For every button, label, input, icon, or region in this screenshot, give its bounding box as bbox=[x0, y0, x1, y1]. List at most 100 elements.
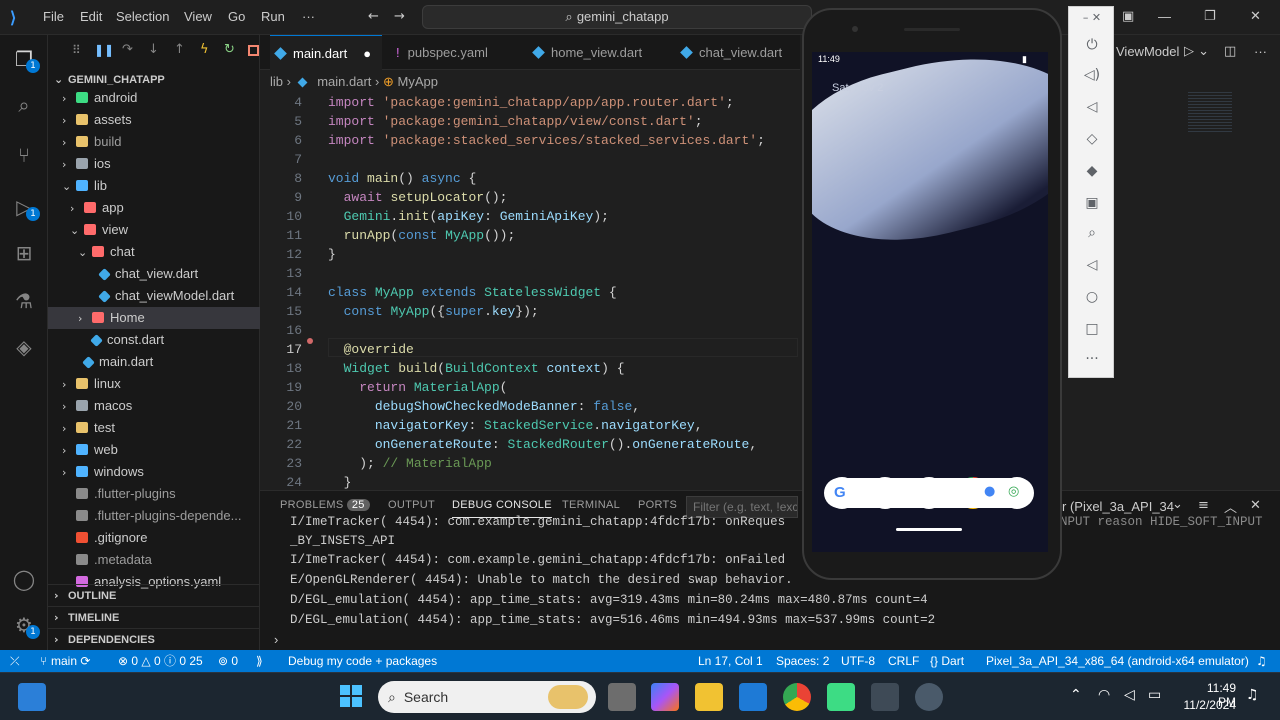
timeline-section[interactable]: › TIMELINE bbox=[48, 606, 260, 628]
tab-main-dart[interactable]: main.dart ● bbox=[270, 35, 382, 70]
widgets-icon[interactable] bbox=[18, 683, 46, 711]
drag-handle-icon[interactable]: ⠿ bbox=[72, 43, 81, 57]
windows-start-icon[interactable] bbox=[340, 685, 362, 707]
step-into-icon[interactable]: ↓ bbox=[148, 42, 159, 57]
maximize-panel-icon[interactable]: ︿ bbox=[1224, 497, 1237, 516]
split-editor-icon[interactable]: ◫ bbox=[1224, 44, 1236, 59]
volume-icon[interactable]: ◁ bbox=[1124, 687, 1135, 703]
back-triangle-icon[interactable]: ◁ bbox=[1069, 257, 1115, 273]
chevron-down-icon[interactable]: ⌄ bbox=[1172, 497, 1183, 512]
forward-arrow-icon[interactable]: → bbox=[394, 9, 405, 24]
pause-icon[interactable]: ❚❚ bbox=[94, 43, 114, 57]
run-icon[interactable]: ▷ ⌄ bbox=[1184, 44, 1209, 59]
file-explorer-icon[interactable] bbox=[695, 683, 723, 711]
problems-status[interactable]: ⊗ 0 △ 0 ⓘ 0 25 bbox=[118, 650, 203, 672]
tree-item[interactable]: ⌄ view bbox=[70, 219, 260, 241]
close-panel-icon[interactable]: ✕ bbox=[1250, 498, 1261, 513]
menu-go[interactable]: Go bbox=[228, 9, 245, 24]
back-arrow-icon[interactable]: ← bbox=[368, 9, 379, 24]
tab-home-view-dart[interactable]: home_view.dart bbox=[528, 35, 668, 70]
device-status[interactable]: Pixel_3a_API_34_x86_64 (android-x64 emul… bbox=[986, 650, 1249, 672]
console-prompt-icon[interactable]: › bbox=[274, 632, 278, 647]
settings-gear-icon[interactable]: ⚙ 1 bbox=[10, 611, 40, 639]
rotate-left-icon[interactable]: ◇ bbox=[1069, 131, 1115, 147]
tray-chevron-icon[interactable]: ⌃ bbox=[1070, 687, 1082, 703]
tab-pubspec-yaml[interactable]: ! pubspec.yaml bbox=[390, 35, 520, 70]
gesture-nav-bar[interactable] bbox=[896, 528, 962, 531]
google-search-bar[interactable] bbox=[824, 478, 1034, 508]
tab-problems[interactable]: PROBLEMS 25 bbox=[280, 499, 370, 511]
tree-item[interactable]: .metadata bbox=[62, 549, 260, 571]
breadcrumb-file[interactable]: main.dart bbox=[317, 74, 371, 89]
breakpoint-dot-icon[interactable] bbox=[307, 338, 313, 344]
tree-item[interactable]: ⌄ lib bbox=[62, 175, 260, 197]
indentation[interactable]: Spaces: 2 bbox=[776, 650, 829, 672]
tree-item[interactable]: main.dart bbox=[70, 351, 260, 373]
chrome-icon[interactable] bbox=[783, 683, 811, 711]
task-view-icon[interactable] bbox=[608, 683, 636, 711]
search-icon[interactable]: ⌕ bbox=[10, 91, 38, 119]
tab-ports[interactable]: PORTS bbox=[638, 499, 677, 511]
tree-item[interactable]: chat_view.dart bbox=[86, 263, 260, 285]
tree-item[interactable]: › app bbox=[70, 197, 260, 219]
more-actions-icon[interactable]: ··· bbox=[1254, 44, 1267, 59]
phone-date[interactable]: Sat, Nov 2 bbox=[832, 82, 883, 94]
minimize-emulator-icon[interactable]: – ✕ bbox=[1069, 11, 1115, 24]
menu-edit[interactable]: Edit bbox=[80, 9, 102, 24]
tree-item[interactable]: › windows bbox=[62, 461, 260, 483]
more-options-icon[interactable]: ··· bbox=[1069, 351, 1115, 367]
tree-item[interactable]: › android bbox=[62, 87, 260, 109]
restart-icon[interactable]: ↻ bbox=[224, 42, 235, 57]
tree-item[interactable]: › Home bbox=[48, 307, 260, 329]
tree-item[interactable]: chat_viewModel.dart bbox=[86, 285, 260, 307]
volume-down-icon[interactable]: ◁ bbox=[1069, 99, 1115, 115]
tab-viewmodel[interactable]: ViewModel bbox=[1116, 44, 1179, 59]
tree-item[interactable]: › linux bbox=[62, 373, 260, 395]
menu-view[interactable]: View bbox=[184, 9, 212, 24]
explorer-icon[interactable]: ❐ 1 bbox=[10, 45, 40, 73]
code-editor[interactable]: 4 import 'package:gemini_chatapp/app/app.… bbox=[260, 92, 805, 490]
debug-mode-status[interactable]: Debug my code + packages bbox=[288, 650, 437, 672]
remote-icon[interactable]: ⤫ bbox=[10, 650, 20, 672]
minimize-button[interactable]: — bbox=[1158, 9, 1171, 24]
minimap[interactable] bbox=[1188, 92, 1232, 132]
cursor-position[interactable]: Ln 17, Col 1 bbox=[698, 650, 763, 672]
lens-icon[interactable]: ◎ bbox=[1008, 484, 1019, 499]
tab-output[interactable]: OUTPUT bbox=[388, 499, 435, 511]
tree-item[interactable]: › assets bbox=[62, 109, 260, 131]
notifications-bell-icon[interactable]: ♫ bbox=[1256, 650, 1267, 672]
tree-item[interactable]: .flutter-plugins bbox=[62, 483, 260, 505]
tree-item[interactable]: .flutter-plugins-depende... bbox=[62, 505, 260, 527]
command-center-search[interactable]: ⌕ gemini_chatapp bbox=[422, 5, 812, 29]
clear-console-icon[interactable]: ≡ bbox=[1198, 498, 1209, 513]
breadcrumb-symbol[interactable]: MyApp bbox=[398, 74, 438, 89]
dependencies-section[interactable]: › DEPENDENCIES bbox=[48, 628, 260, 650]
overview-square-icon[interactable]: □ bbox=[1069, 321, 1115, 337]
account-icon[interactable]: ◯ bbox=[10, 565, 38, 593]
stop-icon[interactable] bbox=[248, 45, 259, 56]
tree-item[interactable]: › build bbox=[62, 131, 260, 153]
restore-button[interactable]: ❐ bbox=[1204, 9, 1216, 24]
zoom-icon[interactable]: ⌕ bbox=[1069, 225, 1115, 241]
menu-selection[interactable]: Selection bbox=[116, 9, 169, 24]
menu-file[interactable]: File bbox=[43, 9, 64, 24]
vscode-taskbar-icon[interactable] bbox=[739, 683, 767, 711]
mic-icon[interactable]: ● bbox=[984, 484, 995, 499]
debug-session-select[interactable]: r (Pixel_3a_API_34 bbox=[1062, 499, 1174, 514]
app-icon[interactable] bbox=[915, 683, 943, 711]
tree-item[interactable]: › web bbox=[62, 439, 260, 461]
notification-bell-icon[interactable]: ♫ bbox=[1246, 687, 1259, 703]
layout-icon[interactable]: ▣ bbox=[1122, 9, 1134, 24]
testing-icon[interactable]: ⚗ bbox=[10, 287, 38, 315]
tree-item[interactable]: .gitignore bbox=[62, 527, 260, 549]
ports-status[interactable]: ⊚ 0 bbox=[218, 650, 238, 672]
breadcrumb-folder[interactable]: lib bbox=[270, 74, 283, 89]
tree-item[interactable]: › test bbox=[62, 417, 260, 439]
tab-terminal[interactable]: TERMINAL bbox=[562, 499, 620, 511]
tree-item[interactable]: const.dart bbox=[78, 329, 260, 351]
rotate-right-icon[interactable]: ◆ bbox=[1069, 163, 1115, 179]
step-out-icon[interactable]: ↑ bbox=[174, 42, 185, 57]
outline-section[interactable]: › OUTLINE bbox=[48, 584, 260, 606]
extensions-icon[interactable]: ⊞ bbox=[10, 239, 38, 267]
battery-icon[interactable]: ▭ bbox=[1148, 687, 1161, 703]
